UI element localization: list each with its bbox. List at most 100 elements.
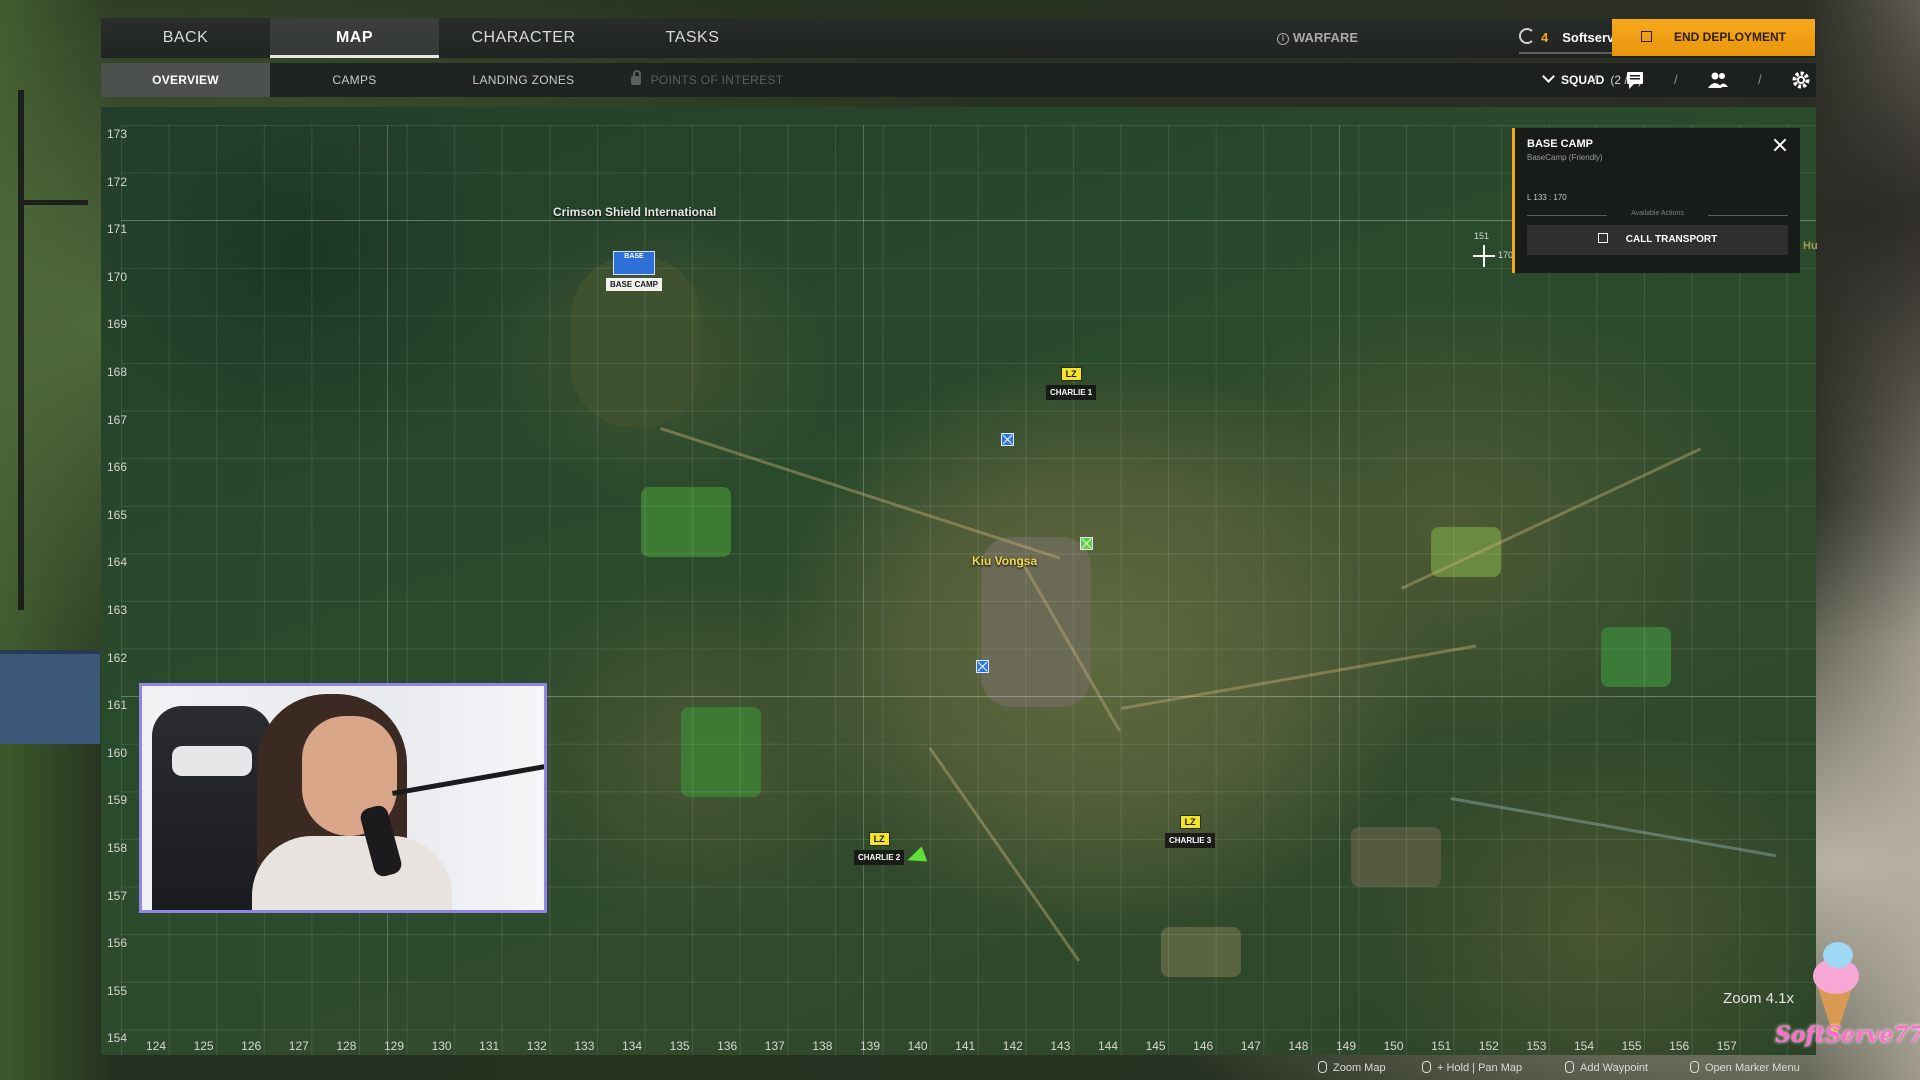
grid-y-label: 159 — [107, 793, 128, 808]
grid-x-label: 146 — [1193, 1039, 1214, 1053]
grid-x-label: 125 — [193, 1039, 214, 1053]
location-popup: BASE CAMP BaseCamp (Friendly) L 133 : 17… — [1512, 128, 1800, 273]
grid-y-label: 167 — [107, 412, 128, 427]
grid-y-label: 164 — [107, 555, 128, 570]
grid-x-label: 140 — [907, 1039, 928, 1053]
warfare-label: i WARFARE — [1277, 18, 1358, 58]
transport-icon — [1597, 233, 1608, 243]
grid-y-label: 157 — [107, 888, 128, 903]
grid-x-label: 153 — [1526, 1039, 1547, 1053]
divider: / — [1593, 72, 1597, 87]
grid-x-label: 133 — [574, 1039, 595, 1053]
tab-character[interactable]: CHARACTER — [439, 18, 608, 58]
top-nav-bar: BACK MAP CHARACTER TASKS i WARFARE 4 Softs… — [101, 18, 1816, 58]
subtab-points-of-interest[interactable]: POINTS OF INTEREST — [617, 63, 797, 97]
offscreen-place-label: Hu — [1803, 240, 1818, 252]
grid-y-label: 163 — [107, 603, 128, 617]
call-transport-button[interactable]: CALL TRANSPORT — [1527, 225, 1788, 255]
grid-x-label: 129 — [383, 1039, 405, 1053]
grid-y-label: 155 — [107, 983, 128, 998]
available-actions-label: Available Actions — [1527, 210, 1788, 220]
hint-open-marker-menu: Open Marker Menu — [1690, 1061, 1800, 1074]
grid-x-label: 144 — [1097, 1039, 1119, 1053]
crosshair-icon — [1473, 245, 1495, 267]
grid-x-label: 150 — [1383, 1039, 1404, 1053]
grid-x-label: 152 — [1478, 1039, 1499, 1053]
lz-charlie-3[interactable]: LZ CHARLIE 3 — [1165, 812, 1216, 848]
mouse-icon — [1318, 1061, 1327, 1073]
popup-coordinates: L 133 : 170 — [1527, 193, 1567, 202]
friendly-marker-icon[interactable] — [976, 660, 989, 673]
hint-zoom-map: Zoom Map — [1318, 1061, 1386, 1074]
grid-y-label: 170 — [107, 269, 128, 284]
mouse-icon — [1565, 1061, 1574, 1073]
grid-x-label: 126 — [241, 1039, 262, 1053]
divider: / — [1674, 72, 1678, 87]
popup-title: BASE CAMP — [1527, 138, 1594, 150]
hint-pan-map: + Hold | Pan Map — [1422, 1061, 1522, 1074]
friendly-marker-icon[interactable] — [1001, 433, 1014, 446]
grid-x-label: 155 — [1621, 1039, 1642, 1053]
grid-x-label: 151 — [1431, 1039, 1452, 1053]
cursor-x-readout: 151 — [1474, 231, 1490, 241]
cursor-y-readout: 170 — [1498, 250, 1514, 260]
grid-x-label: 141 — [955, 1039, 976, 1053]
mouse-icon — [1690, 1061, 1699, 1073]
rank-icon — [1519, 28, 1535, 44]
close-icon[interactable] — [1772, 137, 1788, 153]
faction-label: Crimson Shield International — [553, 205, 717, 219]
info-icon: i — [1277, 33, 1289, 45]
stream-logo: SoftServe77 — [1775, 930, 1920, 1060]
grid-x-label: 154 — [1573, 1039, 1595, 1053]
grid-y-label: 156 — [107, 936, 128, 951]
grid-x-label: 136 — [717, 1039, 738, 1053]
player-level: 4 — [1541, 30, 1549, 45]
tab-map[interactable]: MAP — [270, 18, 439, 58]
squad-members-icon[interactable] — [1707, 69, 1729, 91]
grid-x-label: 130 — [431, 1039, 452, 1053]
grid-x-label: 139 — [859, 1039, 881, 1053]
grid-y-label: 162 — [107, 650, 128, 665]
lz-charlie-2[interactable]: LZ CHARLIE 2 — [854, 829, 905, 865]
subtab-overview[interactable]: OVERVIEW — [101, 63, 270, 97]
utility-pole — [18, 90, 88, 610]
grid-x-label: 137 — [764, 1039, 785, 1053]
tab-back[interactable]: BACK — [101, 18, 270, 58]
gear-icon[interactable] — [1790, 69, 1812, 91]
streamer-webcam — [139, 683, 547, 913]
grid-x-label: 148 — [1288, 1039, 1309, 1053]
exit-icon — [1640, 31, 1652, 42]
tab-tasks[interactable]: TASKS — [608, 18, 777, 58]
grid-y-label: 160 — [107, 745, 128, 760]
grid-y-label: 158 — [107, 841, 128, 855]
base-camp-label: BASE CAMP — [606, 278, 663, 291]
grid-x-label: 138 — [812, 1039, 833, 1053]
lock-icon — [630, 70, 641, 85]
mic-arm — [392, 763, 544, 796]
grid-y-label: 154 — [107, 1031, 128, 1046]
popup-subtitle: BaseCamp (Friendly) — [1527, 153, 1603, 162]
chat-icon[interactable] — [1624, 69, 1646, 91]
grid-y-label: 166 — [107, 460, 128, 475]
grid-y-label: 165 — [107, 507, 128, 522]
end-deployment-button[interactable]: END DEPLOYMENT — [1612, 19, 1815, 56]
grid-y-label: 172 — [107, 174, 128, 189]
grid-x-label: 127 — [288, 1039, 309, 1053]
grid-x-label: 147 — [1240, 1039, 1261, 1053]
objective-marker-icon[interactable] — [1080, 537, 1093, 550]
container-prop — [0, 650, 100, 744]
grid-x-label: 128 — [336, 1039, 357, 1053]
control-hints: Zoom Map + Hold | Pan Map Add Waypoint O… — [1300, 1058, 1920, 1080]
subtab-camps[interactable]: CAMPS — [270, 63, 439, 97]
subtab-landing-zones[interactable]: LANDING ZONES — [439, 63, 608, 97]
lz-charlie-1[interactable]: LZ CHARLIE 1 — [1046, 364, 1097, 400]
grid-x-label: 132 — [526, 1039, 547, 1053]
base-camp-icon: BASE — [613, 251, 655, 275]
mouse-icon — [1422, 1061, 1431, 1073]
divider: / — [1758, 72, 1762, 87]
grid-x-label: 149 — [1335, 1039, 1357, 1053]
grid-x-label: 156 — [1669, 1039, 1690, 1053]
grid-y-label: 168 — [107, 365, 128, 379]
base-camp-marker[interactable]: BASE BASE CAMP — [606, 251, 663, 291]
grid-x-label: 142 — [1002, 1039, 1023, 1053]
